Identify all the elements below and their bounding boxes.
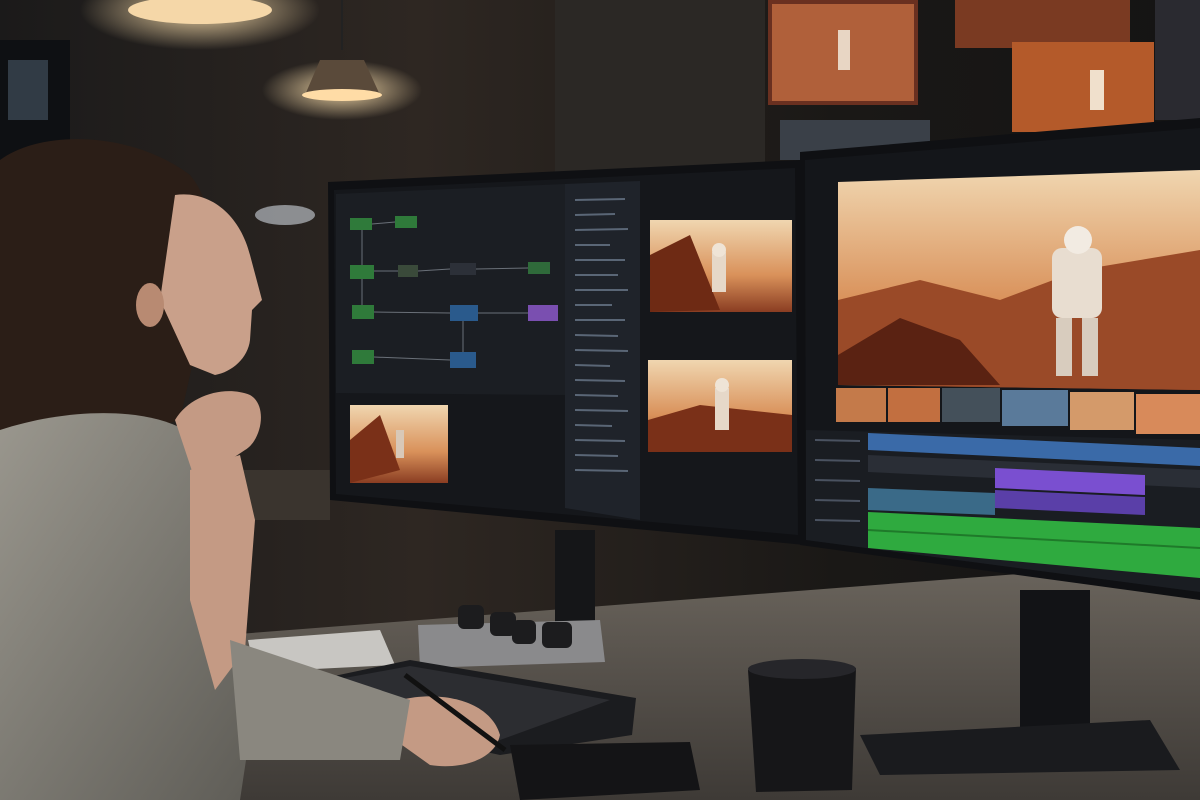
photo-scene — [0, 0, 1200, 800]
astronaut-figure — [715, 388, 729, 430]
left-monitor — [328, 160, 805, 545]
right-monitor — [800, 118, 1200, 600]
node — [450, 352, 476, 368]
node — [398, 265, 418, 277]
node — [450, 305, 478, 321]
window-glass — [8, 60, 48, 120]
monitor-stand — [1020, 590, 1090, 740]
node — [352, 350, 374, 364]
node — [395, 216, 417, 228]
astronaut-figure — [712, 252, 726, 292]
node — [450, 263, 476, 275]
node — [352, 305, 374, 319]
pendant-lamp — [255, 205, 315, 225]
drawing-tablet — [510, 742, 700, 800]
wall-column — [555, 0, 765, 190]
monitor-stand — [555, 530, 595, 630]
node — [350, 218, 372, 230]
mug — [748, 659, 856, 792]
scene-svg — [0, 0, 1200, 800]
node — [528, 305, 558, 321]
node — [350, 265, 374, 279]
node — [528, 262, 550, 274]
